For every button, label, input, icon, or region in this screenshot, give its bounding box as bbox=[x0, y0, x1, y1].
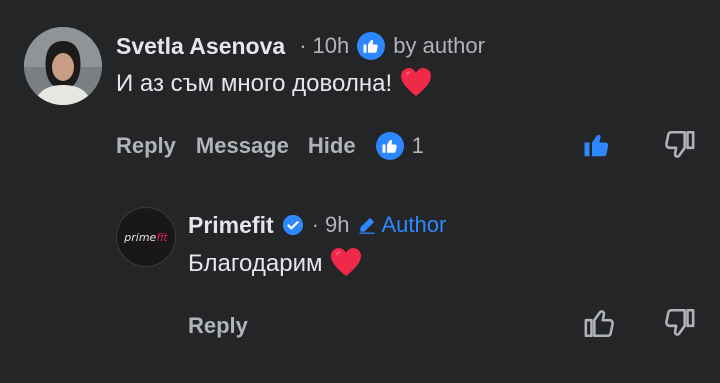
heart-icon bbox=[330, 247, 362, 282]
avatar-logo-text: primefit bbox=[124, 230, 168, 244]
liked-by-author-label: by author bbox=[393, 33, 485, 58]
separator-dot: · bbox=[299, 33, 307, 58]
author-badge-label: Author bbox=[381, 212, 447, 237]
hide-button[interactable]: Hide bbox=[308, 133, 356, 159]
like-reaction-icon[interactable] bbox=[375, 132, 404, 160]
separator-dot: · bbox=[311, 212, 319, 237]
reaction-count[interactable]: 1 bbox=[412, 133, 424, 159]
message-button[interactable]: Message bbox=[196, 133, 289, 159]
comment-timestamp[interactable]: 10h bbox=[313, 33, 350, 59]
thumbs-up-icon[interactable] bbox=[583, 306, 617, 345]
avatar[interactable] bbox=[24, 27, 102, 105]
thumbs-down-icon[interactable] bbox=[662, 306, 696, 345]
thumbs-down-icon[interactable] bbox=[662, 128, 696, 167]
profile-photo bbox=[24, 27, 102, 105]
author-like-icon bbox=[357, 32, 386, 60]
comment-author-name[interactable]: Svetla Asenova bbox=[116, 33, 285, 60]
reply-text: Благодарим bbox=[188, 250, 323, 277]
thumbs-up-filled-icon[interactable] bbox=[582, 130, 612, 165]
pencil-icon bbox=[357, 215, 377, 235]
reply-timestamp[interactable]: 9h bbox=[325, 212, 349, 238]
heart-icon bbox=[400, 67, 432, 102]
reply-button[interactable]: Reply bbox=[188, 313, 248, 339]
page-avatar[interactable]: primefit bbox=[116, 207, 176, 267]
reply-button[interactable]: Reply bbox=[116, 133, 176, 159]
verified-badge-icon bbox=[282, 214, 304, 236]
comment-text: И аз съм много доволна! bbox=[116, 70, 393, 97]
reply-author-name[interactable]: Primefit bbox=[188, 212, 274, 239]
